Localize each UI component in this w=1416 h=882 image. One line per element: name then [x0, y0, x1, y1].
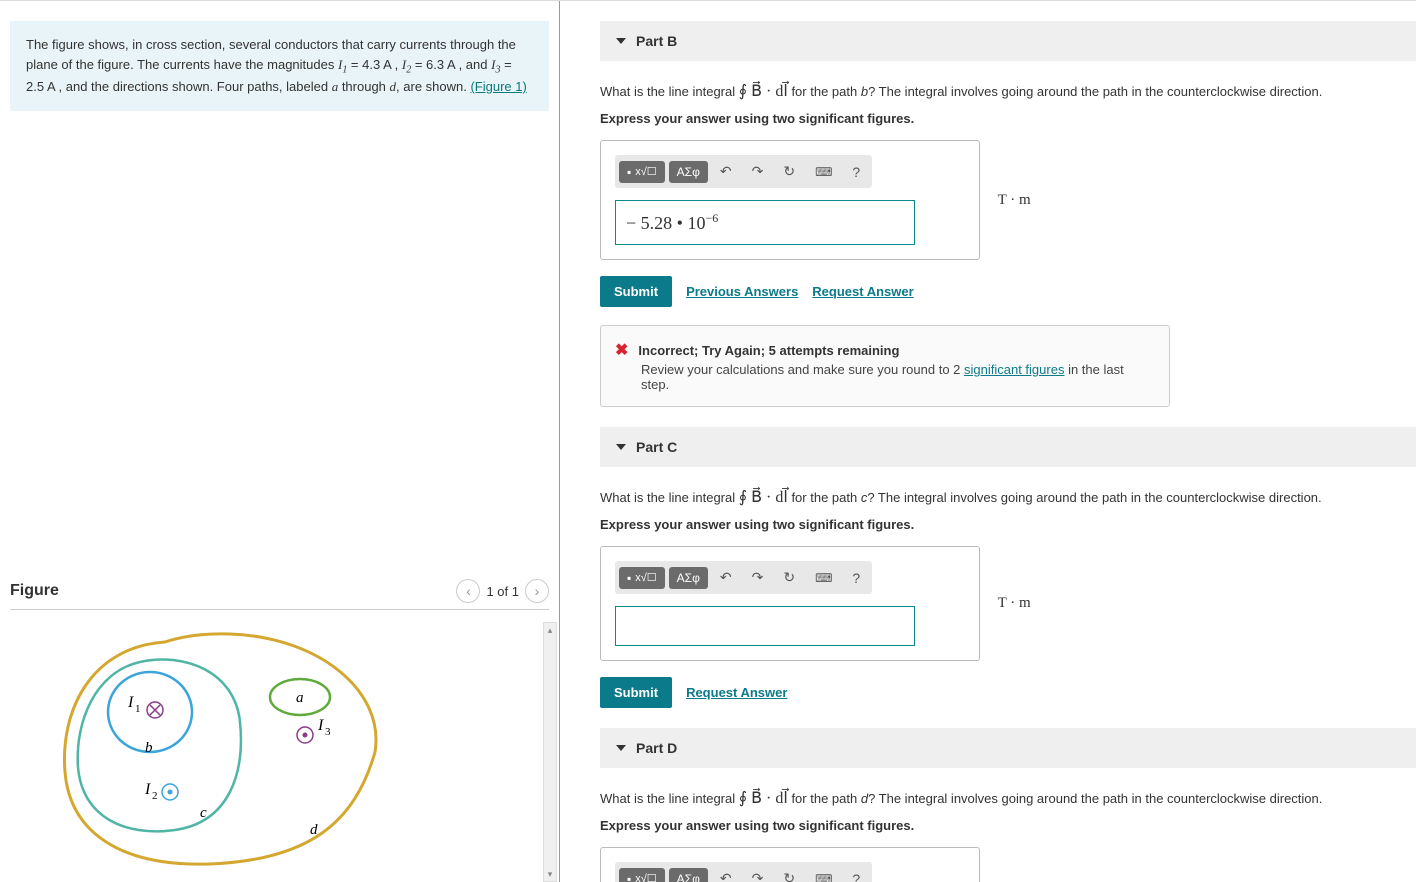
part-c-input[interactable]	[615, 606, 915, 646]
keyboard-button[interactable]: ⌨	[807, 161, 840, 183]
caret-down-icon	[616, 444, 626, 450]
redo-button[interactable]: ↷	[744, 159, 772, 184]
part-c-title: Part C	[636, 439, 677, 455]
part-d-question: What is the line integral ∮ B⃗ · dl⃗ for…	[600, 788, 1416, 808]
square-icon: ▪	[627, 872, 631, 882]
part-d-answer-box: ▪ x√☐ ΑΣφ ↶ ↷ ↻ ⌨ ?	[600, 847, 980, 882]
square-icon: ▪	[627, 165, 631, 179]
formula-toolbar-c: ▪ x√☐ ΑΣφ ↶ ↷ ↻ ⌨ ?	[615, 561, 872, 594]
template-button[interactable]: ▪ x√☐	[619, 567, 665, 589]
formula-toolbar-d: ▪ x√☐ ΑΣφ ↶ ↷ ↻ ⌨ ?	[615, 862, 872, 882]
svg-text:1: 1	[135, 703, 141, 715]
svg-text:2: 2	[152, 790, 158, 802]
reset-button[interactable]: ↻	[775, 565, 803, 590]
part-b-title: Part B	[636, 33, 677, 49]
undo-button[interactable]: ↶	[712, 565, 740, 590]
formula-toolbar: ▪ x√☐ ΑΣφ ↶ ↷ ↻ ⌨ ?	[615, 155, 872, 188]
root-icon: x√☐	[635, 165, 656, 178]
figure-next-button[interactable]: ›	[525, 579, 549, 603]
redo-button[interactable]: ↷	[744, 565, 772, 590]
svg-text:I: I	[127, 694, 134, 711]
feedback-text: Review your calculations and make sure y…	[641, 362, 1155, 392]
figure-prev-button[interactable]: ‹	[456, 579, 480, 603]
figure-count: 1 of 1	[486, 584, 519, 599]
part-b-header[interactable]: Part B	[600, 21, 1416, 61]
part-d-instruction: Express your answer using two significan…	[600, 818, 1416, 833]
part-c-instruction: Express your answer using two significan…	[600, 517, 1416, 532]
part-c-question: What is the line integral ∮ B⃗ · dl⃗ for…	[600, 487, 1416, 507]
svg-text:3: 3	[325, 726, 331, 738]
problem-panel: The figure shows, in cross section, seve…	[0, 1, 560, 882]
part-c-header[interactable]: Part C	[600, 427, 1416, 467]
svg-text:I: I	[317, 717, 324, 734]
answers-panel: Part B What is the line integral ∮ B⃗ · …	[560, 1, 1416, 882]
template-button[interactable]: ▪ x√☐	[619, 161, 665, 183]
part-b-answer-box: ▪ x√☐ ΑΣφ ↶ ↷ ↻ ⌨ ? − 5.28 • 10−6	[600, 140, 980, 260]
svg-text:I: I	[144, 781, 151, 798]
part-b: Part B What is the line integral ∮ B⃗ · …	[600, 21, 1416, 407]
part-d: Part D What is the line integral ∮ B⃗ · …	[600, 728, 1416, 882]
part-c: Part C What is the line integral ∮ B⃗ · …	[600, 427, 1416, 708]
reset-button[interactable]: ↻	[775, 866, 803, 882]
root-icon: x√☐	[635, 872, 656, 882]
undo-button[interactable]: ↶	[712, 866, 740, 882]
figure-section: Figure ‹ 1 of 1 ›	[10, 573, 549, 882]
keyboard-button[interactable]: ⌨	[807, 868, 840, 882]
feedback-title: Incorrect; Try Again; 5 attempts remaini…	[638, 343, 899, 358]
svg-text:c: c	[200, 805, 207, 821]
incorrect-icon: ✖	[615, 340, 628, 360]
part-b-request-answer[interactable]: Request Answer	[812, 284, 913, 299]
greek-button[interactable]: ΑΣφ	[669, 868, 708, 882]
help-button[interactable]: ?	[844, 566, 868, 590]
template-button[interactable]: ▪ x√☐	[619, 868, 665, 882]
undo-button[interactable]: ↶	[712, 159, 740, 184]
help-button[interactable]: ?	[844, 867, 868, 882]
part-b-unit: T · m	[998, 192, 1031, 209]
square-icon: ▪	[627, 571, 631, 585]
figure-title: Figure	[10, 582, 59, 600]
part-b-previous-answers[interactable]: Previous Answers	[686, 284, 798, 299]
svg-text:b: b	[145, 740, 153, 756]
part-b-question: What is the line integral ∮ B⃗ · dl⃗ for…	[600, 81, 1416, 101]
part-c-answer-box: ▪ x√☐ ΑΣφ ↶ ↷ ↻ ⌨ ?	[600, 546, 980, 661]
part-c-request-answer[interactable]: Request Answer	[686, 685, 787, 700]
figure-scrollbar[interactable]: ▴ ▾	[543, 622, 557, 882]
figure-link[interactable]: (Figure 1)	[470, 79, 526, 94]
redo-button[interactable]: ↷	[744, 866, 772, 882]
part-d-title: Part D	[636, 740, 677, 756]
problem-statement: The figure shows, in cross section, seve…	[10, 21, 549, 111]
part-c-unit: T · m	[998, 595, 1031, 612]
figure-image: I 1 I 2 I 3 a b c d ▴ ▾	[10, 622, 549, 882]
svg-text:a: a	[296, 690, 304, 706]
sig-figures-link[interactable]: significant figures	[964, 362, 1064, 377]
keyboard-button[interactable]: ⌨	[807, 567, 840, 589]
part-b-instruction: Express your answer using two significan…	[600, 111, 1416, 126]
root-icon: x√☐	[635, 571, 656, 584]
caret-down-icon	[616, 38, 626, 44]
part-c-submit[interactable]: Submit	[600, 677, 672, 708]
part-b-input[interactable]: − 5.28 • 10−6	[615, 200, 915, 245]
part-d-header[interactable]: Part D	[600, 728, 1416, 768]
part-b-submit[interactable]: Submit	[600, 276, 672, 307]
greek-button[interactable]: ΑΣφ	[669, 567, 708, 589]
part-b-feedback: ✖ Incorrect; Try Again; 5 attempts remai…	[600, 325, 1170, 407]
reset-button[interactable]: ↻	[775, 159, 803, 184]
help-button[interactable]: ?	[844, 160, 868, 184]
svg-text:d: d	[310, 822, 318, 838]
greek-button[interactable]: ΑΣφ	[669, 161, 708, 183]
caret-down-icon	[616, 745, 626, 751]
